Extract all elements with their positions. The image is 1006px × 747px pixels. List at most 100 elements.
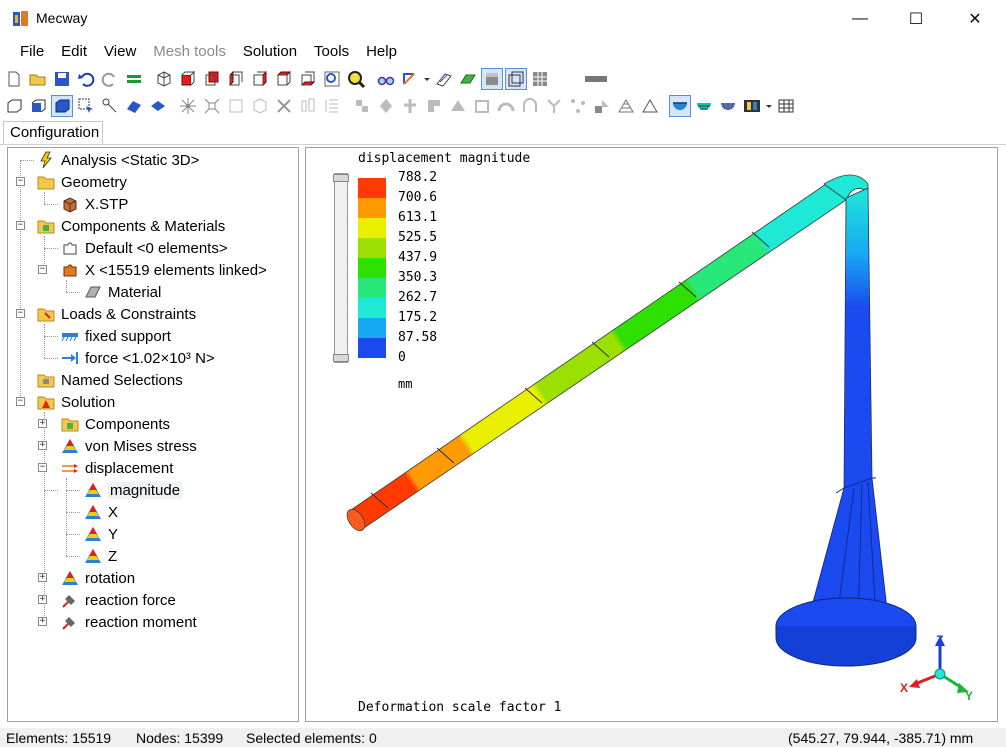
close-button[interactable]: ✕ xyxy=(952,0,998,38)
tree-item-named-selections[interactable]: Named Selections xyxy=(36,369,183,391)
zoom-fit-button[interactable] xyxy=(345,68,367,90)
mesh-tool-1-icon[interactable] xyxy=(351,95,373,117)
menu-view[interactable]: View xyxy=(96,40,145,64)
slider-bar-icon[interactable] xyxy=(573,68,619,90)
select-elements-button[interactable] xyxy=(51,95,73,117)
expander-solution[interactable]: − xyxy=(16,397,25,406)
tree-item-reaction-moment[interactable]: reaction moment xyxy=(60,611,197,633)
mesh-tool-5-icon[interactable] xyxy=(447,95,469,117)
view-bottom-button[interactable] xyxy=(297,68,319,90)
mesh-tool-8-icon[interactable] xyxy=(519,95,541,117)
view-back-button[interactable] xyxy=(201,68,223,90)
surface-button[interactable] xyxy=(457,68,479,90)
expander-von-mises[interactable]: + xyxy=(38,441,47,450)
tree-item-solution[interactable]: Solution xyxy=(36,391,115,413)
tree-item-disp-x[interactable]: X xyxy=(83,501,118,523)
mesh-tool-7-icon[interactable] xyxy=(495,95,517,117)
menu-file[interactable]: File xyxy=(12,40,53,64)
mesh-tool-11-icon[interactable] xyxy=(591,95,613,117)
square-icon[interactable] xyxy=(225,95,247,117)
menu-mesh-tools[interactable]: Mesh tools xyxy=(145,40,235,64)
list-icon[interactable] xyxy=(321,95,343,117)
view-iso-button[interactable] xyxy=(153,68,175,90)
wireframe-view-button[interactable] xyxy=(505,68,527,90)
shaded-view-button[interactable] xyxy=(481,68,503,90)
tree-item-analysis[interactable]: Analysis <Static 3D> xyxy=(36,149,199,171)
undo-button[interactable] xyxy=(75,68,97,90)
tree-item-displacement[interactable]: displacement xyxy=(60,457,173,479)
select-tangent-button[interactable] xyxy=(147,95,169,117)
expander-displacement[interactable]: − xyxy=(38,463,47,472)
expander-loads-constraints[interactable]: − xyxy=(16,309,25,318)
zoom-window-button[interactable] xyxy=(321,68,343,90)
tree-item-von-mises[interactable]: von Mises stress xyxy=(60,435,197,457)
mesh-tool-12-icon[interactable] xyxy=(615,95,637,117)
save-button[interactable] xyxy=(51,68,73,90)
tree-item-disp-z[interactable]: Z xyxy=(83,545,117,567)
mesh-tool-6-icon[interactable] xyxy=(471,95,493,117)
tree-item-x-component[interactable]: X <15519 elements linked> xyxy=(60,259,267,281)
tree-item-force[interactable]: force <1.02×10³ N> xyxy=(60,347,215,369)
tree-item-fixed-support[interactable]: fixed support xyxy=(60,325,171,347)
menu-edit[interactable]: Edit xyxy=(53,40,96,64)
mesh-tool-3-icon[interactable] xyxy=(399,95,421,117)
select-faces-button[interactable] xyxy=(27,95,49,117)
expander-reaction-moment[interactable]: + xyxy=(38,617,47,626)
edit-shape-button[interactable] xyxy=(433,68,455,90)
expander-components[interactable]: + xyxy=(38,419,47,428)
tree-item-geometry-file[interactable]: X.STP xyxy=(60,193,128,215)
open-file-button[interactable] xyxy=(27,68,49,90)
model-viewport[interactable]: displacement magnitude 788.2 700.6 613.1 52… xyxy=(305,147,998,722)
menu-help[interactable]: Help xyxy=(358,40,406,64)
mesh-tool-10-icon[interactable] xyxy=(567,95,589,117)
table-button[interactable] xyxy=(775,95,797,117)
arrange-icon[interactable] xyxy=(297,95,319,117)
select-connected-button[interactable] xyxy=(99,95,121,117)
mesh-tool-9-icon[interactable] xyxy=(543,95,565,117)
tree-item-disp-y[interactable]: Y xyxy=(83,523,118,545)
select-surface-button[interactable] xyxy=(123,95,145,117)
menu-solution[interactable]: Solution xyxy=(235,40,306,64)
expander-geometry[interactable]: − xyxy=(16,177,25,186)
tab-configuration[interactable]: Configuration xyxy=(3,121,103,145)
glasses-icon[interactable] xyxy=(375,68,397,90)
box-select-button[interactable] xyxy=(75,95,97,117)
view-right-button[interactable] xyxy=(249,68,271,90)
animation-button[interactable] xyxy=(741,95,763,117)
view-top-button[interactable] xyxy=(273,68,295,90)
redo-button[interactable] xyxy=(99,68,121,90)
tree-item-reaction-force[interactable]: reaction force xyxy=(60,589,176,611)
minimize-button[interactable]: — xyxy=(837,0,883,38)
contour-bowl-button[interactable] xyxy=(669,95,691,117)
contour-bands-button[interactable] xyxy=(693,95,715,117)
expander-reaction-force[interactable]: + xyxy=(38,595,47,604)
new-file-button[interactable] xyxy=(3,68,25,90)
view-left-button[interactable] xyxy=(225,68,247,90)
tree-item-loads-constraints[interactable]: Loads & Constraints xyxy=(36,303,196,325)
expander-x-component[interactable]: − xyxy=(38,265,47,274)
animation-dropdown-icon[interactable] xyxy=(765,95,773,117)
spider-icon[interactable] xyxy=(177,95,199,117)
tree-item-rotation[interactable]: rotation xyxy=(60,567,135,589)
tree-item-components[interactable]: Components xyxy=(60,413,170,435)
tree-item-material[interactable]: Material xyxy=(83,281,161,303)
tree-item-geometry[interactable]: Geometry xyxy=(36,171,127,193)
expander-components-materials[interactable]: − xyxy=(16,221,25,230)
contour-lines-button[interactable] xyxy=(717,95,739,117)
dropdown-arrow-icon[interactable] xyxy=(423,68,431,90)
mesh-tool-2-icon[interactable] xyxy=(375,95,397,117)
cube-icon[interactable] xyxy=(249,95,271,117)
rotate-view-button[interactable] xyxy=(399,68,421,90)
explode-icon[interactable] xyxy=(201,95,223,117)
tree-item-magnitude[interactable]: magnitude xyxy=(83,479,183,501)
mesh-view-button[interactable] xyxy=(529,68,551,90)
tree-item-components-materials[interactable]: Components & Materials xyxy=(36,215,225,237)
mesh-tool-4-icon[interactable] xyxy=(423,95,445,117)
mesh-tool-13-icon[interactable] xyxy=(639,95,661,117)
maximize-button[interactable]: ☐ xyxy=(893,0,939,38)
expander-rotation[interactable]: + xyxy=(38,573,47,582)
equals-icon[interactable] xyxy=(123,68,145,90)
view-front-button[interactable] xyxy=(177,68,199,90)
menu-tools[interactable]: Tools xyxy=(306,40,358,64)
tree-item-default-component[interactable]: Default <0 elements> xyxy=(60,237,228,259)
